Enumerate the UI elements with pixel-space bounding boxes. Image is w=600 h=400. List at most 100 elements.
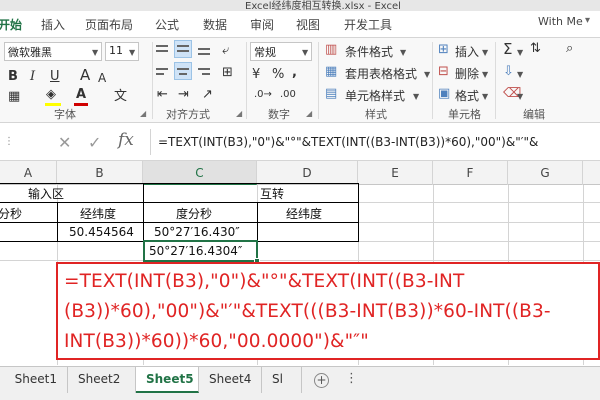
italic-button[interactable]: I bbox=[30, 70, 35, 84]
center-align-icon-line bbox=[179, 73, 187, 75]
increase-indent-icon[interactable]: ⇥ bbox=[178, 88, 189, 102]
tab-review[interactable]: 审阅 bbox=[250, 16, 274, 33]
borders-icon[interactable]: ▦ bbox=[8, 90, 20, 104]
tab-insert[interactable]: 插入 bbox=[41, 16, 65, 33]
center-align-icon[interactable] bbox=[177, 68, 189, 70]
insert-cells-icon: ⊞ bbox=[438, 42, 449, 57]
formula-divider bbox=[150, 129, 151, 155]
cell-styles-button[interactable]: 单元格样式 bbox=[345, 87, 405, 104]
middle-align-icon[interactable] bbox=[177, 45, 189, 47]
font-name-value: 微软雅黑 bbox=[8, 46, 52, 59]
bold-button[interactable]: B bbox=[8, 70, 18, 84]
fill-color-icon[interactable]: ◈ bbox=[46, 88, 56, 102]
percent-button[interactable]: % bbox=[272, 68, 284, 82]
sum-icon: Σ bbox=[503, 40, 513, 58]
cell-input-area-header[interactable]: 输入区 bbox=[28, 185, 64, 202]
conditional-format-button[interactable]: 条件格式 bbox=[345, 43, 393, 60]
chevron-down-icon: ▼ bbox=[400, 48, 407, 57]
cell-c3[interactable]: 50°27′16.430″ bbox=[154, 225, 240, 239]
font-size-value: 11 bbox=[109, 44, 123, 57]
sheet-tab-partial[interactable]: Sl bbox=[262, 367, 302, 393]
dialog-launcher-icon[interactable]: ◢ bbox=[140, 109, 146, 118]
chevron-down-icon: ▼ bbox=[482, 92, 489, 101]
cell-a2[interactable]: 分秒 bbox=[0, 205, 22, 222]
tab-data[interactable]: 数据 bbox=[203, 16, 227, 33]
convert-header-border bbox=[143, 183, 359, 203]
format-cells-button[interactable]: 格式 bbox=[455, 87, 479, 104]
group-divider bbox=[495, 42, 496, 119]
more-options-icon[interactable]: ⋮ bbox=[345, 371, 358, 386]
top-align-icon-line bbox=[156, 50, 168, 52]
cancel-icon[interactable]: ✕ bbox=[58, 133, 71, 152]
column-header-d[interactable]: D bbox=[257, 161, 358, 185]
sheet-tab-sheet5[interactable]: Sheet5 bbox=[136, 367, 199, 393]
wrap-text-icon[interactable]: ⤶ bbox=[222, 44, 229, 58]
input-area-header-border bbox=[0, 183, 144, 203]
font-color-icon[interactable]: A bbox=[76, 88, 86, 102]
decrease-indent-icon[interactable]: ⇤ bbox=[157, 88, 168, 102]
orientation-icon[interactable]: ↗ bbox=[202, 88, 213, 102]
insert-function-button[interactable]: fx bbox=[118, 130, 134, 150]
add-sheet-icon[interactable]: + bbox=[314, 373, 329, 388]
dialog-launcher-icon[interactable]: ◢ bbox=[236, 109, 242, 118]
name-box-resize-icon[interactable]: ⋮ bbox=[4, 136, 14, 147]
sheet-tab-sheet2[interactable]: Sheet2 bbox=[68, 367, 136, 393]
tab-page-layout[interactable]: 页面布局 bbox=[85, 16, 133, 33]
chevron-down-icon: ▼ bbox=[482, 70, 489, 79]
decrease-font-icon[interactable]: A bbox=[98, 71, 106, 85]
right-align-icon[interactable] bbox=[198, 68, 210, 70]
format-table-icon: ▦ bbox=[325, 64, 338, 79]
format-as-table-button[interactable]: 套用表格格式 bbox=[345, 65, 417, 82]
comma-button[interactable]: , bbox=[292, 66, 297, 80]
phonetic-icon[interactable]: 文 bbox=[114, 90, 127, 104]
chevron-down-icon[interactable]: ▾ bbox=[585, 15, 590, 26]
font-name-select[interactable]: 微软雅黑 bbox=[4, 42, 102, 61]
currency-icon[interactable]: ¥ bbox=[252, 68, 260, 82]
decrease-decimal-icon[interactable]: .00 bbox=[280, 88, 296, 102]
group-divider bbox=[432, 42, 433, 119]
font-color-bar bbox=[74, 103, 88, 106]
sheet-tab-sheet1[interactable]: Sheet1 bbox=[0, 367, 68, 393]
chevron-down-icon: ▼ bbox=[302, 48, 309, 57]
increase-font-icon[interactable]: A bbox=[80, 68, 90, 83]
column-header-e[interactable]: E bbox=[358, 161, 433, 185]
underline-button[interactable]: U bbox=[50, 70, 60, 84]
chevron-down-icon: ▼ bbox=[424, 70, 431, 79]
formula-input[interactable]: =TEXT(INT(B3),"0")&"°"&TEXT(INT((B3-INT(… bbox=[158, 135, 538, 149]
increase-decimal-icon[interactable]: .0→ bbox=[254, 88, 272, 102]
top-align-icon[interactable] bbox=[156, 45, 168, 47]
sheet-tab-sheet4[interactable]: Sheet4 bbox=[199, 367, 262, 393]
account-name[interactable]: With Me bbox=[538, 15, 583, 28]
cell-d2[interactable]: 经纬度 bbox=[286, 205, 322, 222]
bottom-align-icon-line bbox=[198, 53, 210, 55]
tab-home[interactable]: 开始 bbox=[0, 16, 22, 33]
column-header-f[interactable]: F bbox=[433, 161, 508, 185]
chevron-down-icon: ▼ bbox=[517, 70, 524, 79]
delete-cells-button[interactable]: 删除 bbox=[455, 65, 479, 82]
left-align-icon[interactable] bbox=[156, 68, 168, 70]
column-header-a[interactable]: A bbox=[0, 161, 57, 185]
cell-c2[interactable]: 度分秒 bbox=[176, 205, 212, 222]
sort-filter-icon[interactable]: ⇅ bbox=[530, 42, 541, 56]
confirm-icon[interactable]: ✓ bbox=[88, 133, 101, 152]
cell-convert-header[interactable]: 互转 bbox=[260, 185, 284, 202]
table-border bbox=[0, 222, 58, 242]
cell-b2[interactable]: 经纬度 bbox=[80, 205, 116, 222]
sheet-tab-bar: Sheet1 Sheet2 Sheet5 Sheet4 Sl + ⋮ bbox=[0, 366, 600, 400]
column-header-b[interactable]: B bbox=[57, 161, 143, 185]
merge-center-icon[interactable]: ⊞ bbox=[222, 66, 233, 80]
fill-icon[interactable]: ⇩ bbox=[503, 65, 514, 79]
dialog-launcher-icon[interactable]: ◢ bbox=[306, 109, 312, 118]
tab-formulas[interactable]: 公式 bbox=[155, 16, 179, 33]
tab-developer[interactable]: 开发工具 bbox=[344, 16, 392, 33]
autosum-button[interactable]: Σ bbox=[503, 40, 513, 58]
insert-cells-button[interactable]: 插入 bbox=[455, 43, 479, 60]
column-header-c[interactable]: C bbox=[143, 161, 257, 185]
bottom-align-icon[interactable] bbox=[198, 48, 210, 50]
cell-b3[interactable]: 50.454564 bbox=[69, 225, 134, 239]
column-header-g[interactable]: G bbox=[508, 161, 583, 185]
formula-bar: ⋮ ✕ ✓ fx =TEXT(INT(B3),"0")&"°"&TEXT(INT… bbox=[0, 123, 600, 161]
alignment-group-label: 对齐方式 bbox=[166, 108, 210, 121]
tab-view[interactable]: 视图 bbox=[296, 16, 320, 33]
find-select-icon[interactable]: ⌕ bbox=[566, 42, 573, 56]
